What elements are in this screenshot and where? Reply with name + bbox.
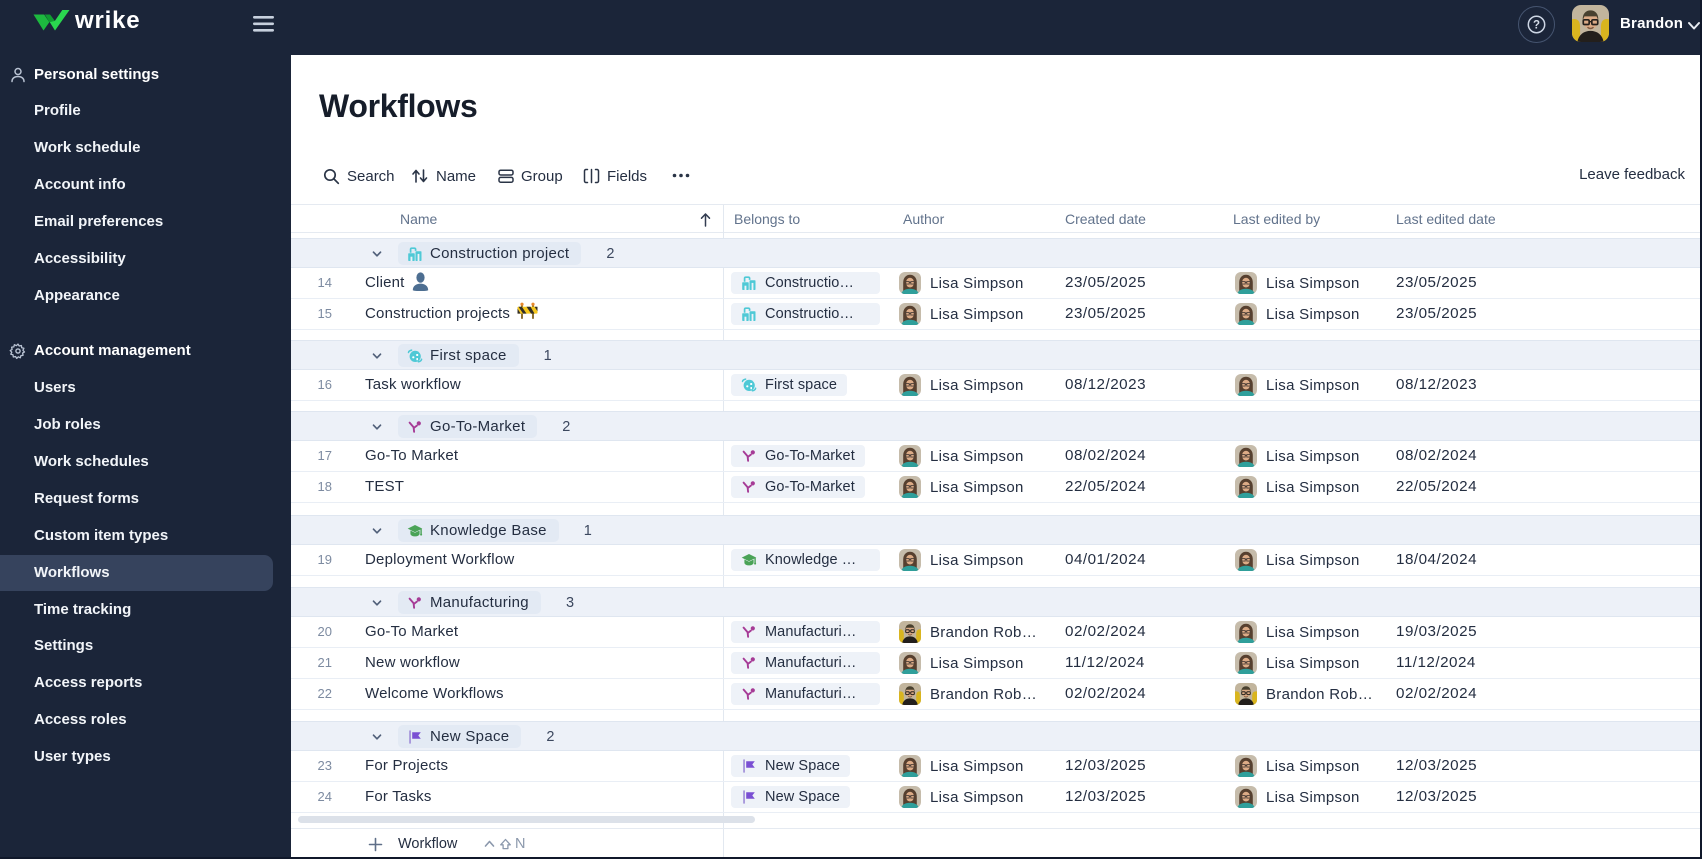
svg-text:?: ? xyxy=(1533,20,1540,32)
